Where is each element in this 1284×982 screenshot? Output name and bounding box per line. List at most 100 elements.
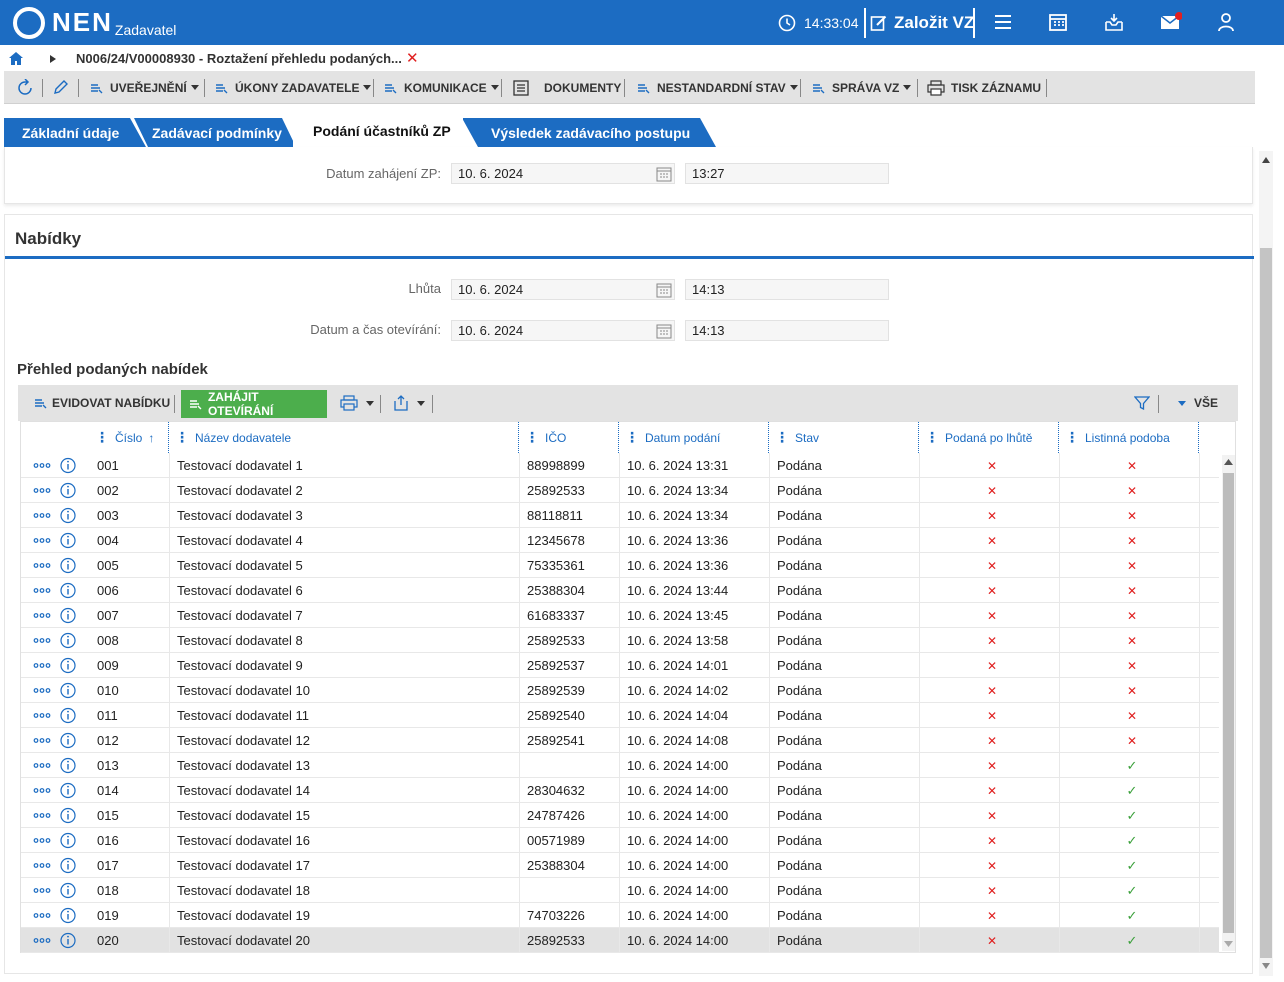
tab-basic-info[interactable]: Základní údaje (4, 116, 134, 147)
column-header-late[interactable]: ⋮ Podaná po lhůtě (925, 422, 1059, 453)
row-more-icon[interactable] (33, 503, 51, 528)
calendar-icon[interactable] (1048, 12, 1068, 32)
row-info-icon[interactable] (60, 653, 76, 678)
column-menu-icon[interactable]: ⋮ (525, 422, 539, 453)
column-header-ico[interactable]: ⋮ IČO (525, 422, 619, 453)
table-row[interactable]: 008 Testovací dodavatel 8 25892533 10. 6. 2… (21, 628, 1219, 653)
close-icon[interactable]: ✕ (406, 49, 419, 67)
edit-button[interactable] (52, 71, 74, 104)
filter-preset-select[interactable]: VŠE (1174, 385, 1218, 421)
table-row[interactable]: 019 Testovací dodavatel 19 74703226 10. 6. … (21, 903, 1219, 928)
scroll-down-icon[interactable] (1262, 963, 1270, 969)
row-info-icon[interactable] (60, 703, 76, 728)
grid-scrollbar[interactable] (1222, 455, 1235, 951)
row-more-icon[interactable] (33, 453, 51, 478)
row-info-icon[interactable] (60, 578, 76, 603)
table-row[interactable]: 003 Testovací dodavatel 3 88118811 10. 6. 2… (21, 503, 1219, 528)
column-header-paper[interactable]: ⋮ Listinná podoba (1065, 422, 1199, 453)
opening-time-field[interactable]: 14:13 (685, 320, 889, 341)
table-row[interactable]: 007 Testovací dodavatel 7 61683337 10. 6. 2… (21, 603, 1219, 628)
column-menu-icon[interactable]: ⋮ (175, 422, 189, 453)
calendar-icon[interactable] (656, 166, 672, 182)
table-row[interactable]: 009 Testovací dodavatel 9 25892537 10. 6. 2… (21, 653, 1219, 678)
opening-date-field[interactable]: 10. 6. 2024 (451, 320, 675, 341)
export-menu-button[interactable] (393, 385, 425, 421)
scroll-up-icon[interactable] (1262, 157, 1270, 163)
row-more-icon[interactable] (33, 628, 51, 653)
tab-conditions[interactable]: Zadávací podmínky (134, 116, 284, 147)
row-info-icon[interactable] (60, 678, 76, 703)
grid-scrollbar-thumb[interactable] (1223, 473, 1234, 933)
row-info-icon[interactable] (60, 728, 76, 753)
row-more-icon[interactable] (33, 878, 51, 903)
toolbar-item-publication[interactable]: UVEŘEJNĚNÍ (90, 71, 199, 104)
scroll-down-icon[interactable] (1224, 941, 1233, 947)
table-row[interactable]: 004 Testovací dodavatel 4 12345678 10. 6. 2… (21, 528, 1219, 553)
start-time-field[interactable]: 13:27 (685, 163, 889, 184)
table-row[interactable]: 005 Testovací dodavatel 5 75335361 10. 6. 2… (21, 553, 1219, 578)
column-menu-icon[interactable]: ⋮ (925, 422, 939, 453)
row-more-icon[interactable] (33, 828, 51, 853)
row-info-icon[interactable] (60, 803, 76, 828)
row-more-icon[interactable] (33, 903, 51, 928)
column-menu-icon[interactable]: ⋮ (1065, 422, 1079, 453)
row-more-icon[interactable] (33, 578, 51, 603)
table-row[interactable]: 015 Testovací dodavatel 15 24787426 10. 6. … (21, 803, 1219, 828)
calendar-icon[interactable] (656, 282, 672, 298)
row-more-icon[interactable] (33, 653, 51, 678)
table-row[interactable]: 018 Testovací dodavatel 18 10. 6. 2024 14:… (21, 878, 1219, 903)
row-info-icon[interactable] (60, 878, 76, 903)
menu-icon[interactable] (993, 12, 1013, 32)
row-info-icon[interactable] (60, 603, 76, 628)
scroll-up-icon[interactable] (1224, 459, 1233, 465)
row-info-icon[interactable] (60, 828, 76, 853)
table-row[interactable]: 016 Testovací dodavatel 16 00571989 10. 6. … (21, 828, 1219, 853)
filter-button[interactable] (1134, 385, 1154, 421)
row-info-icon[interactable] (60, 553, 76, 578)
page-scrollbar[interactable] (1259, 151, 1273, 976)
deadline-date-field[interactable]: 10. 6. 2024 (451, 279, 675, 300)
inbox-icon[interactable] (1104, 12, 1124, 32)
row-info-icon[interactable] (60, 628, 76, 653)
table-row[interactable]: 001 Testovací dodavatel 1 88998899 10. 6. 2… (21, 453, 1219, 478)
row-more-icon[interactable] (33, 678, 51, 703)
row-more-icon[interactable] (33, 528, 51, 553)
column-header-supplier[interactable]: ⋮ Název dodavatele (175, 422, 519, 453)
table-row[interactable]: 006 Testovací dodavatel 6 25388304 10. 6. 2… (21, 578, 1219, 603)
row-info-icon[interactable] (60, 853, 76, 878)
toolbar-item-actions[interactable]: ÚKONY ZADAVATELE (215, 71, 372, 104)
column-menu-icon[interactable]: ⋮ (775, 422, 789, 453)
row-more-icon[interactable] (33, 753, 51, 778)
toolbar-item-print-record[interactable]: TISK ZÁZNAMU (927, 71, 1041, 104)
row-more-icon[interactable] (33, 803, 51, 828)
table-row[interactable]: 013 Testovací dodavatel 13 10. 6. 2024 14:… (21, 753, 1219, 778)
deadline-time-field[interactable]: 14:13 (685, 279, 889, 300)
page-scrollbar-thumb[interactable] (1260, 248, 1272, 958)
column-menu-icon[interactable]: ⋮ (95, 422, 109, 453)
table-row[interactable]: 017 Testovací dodavatel 17 25388304 10. 6. … (21, 853, 1219, 878)
row-info-icon[interactable] (60, 453, 76, 478)
table-row[interactable]: 011 Testovací dodavatel 11 25892540 10. 6. … (21, 703, 1219, 728)
row-info-icon[interactable] (60, 903, 76, 928)
row-more-icon[interactable] (33, 853, 51, 878)
row-info-icon[interactable] (60, 753, 76, 778)
home-icon[interactable] (9, 52, 23, 65)
row-more-icon[interactable] (33, 778, 51, 803)
register-offer-button[interactable]: EVIDOVAT NABÍDKU (34, 385, 170, 421)
row-info-icon[interactable] (60, 503, 76, 528)
table-row[interactable]: 002 Testovací dodavatel 2 25892533 10. 6. 2… (21, 478, 1219, 503)
row-more-icon[interactable] (33, 928, 51, 953)
new-contract-button[interactable]: Založit VZ (870, 0, 974, 45)
row-more-icon[interactable] (33, 703, 51, 728)
refresh-button[interactable] (16, 71, 40, 104)
calendar-icon[interactable] (656, 323, 672, 339)
column-header-state[interactable]: ⋮ Stav (775, 422, 919, 453)
row-info-icon[interactable] (60, 478, 76, 503)
table-row[interactable]: 010 Testovací dodavatel 10 25892539 10. 6. … (21, 678, 1219, 703)
mail-icon[interactable] (1160, 12, 1182, 32)
table-row[interactable]: 014 Testovací dodavatel 14 28304632 10. 6. … (21, 778, 1219, 803)
table-row[interactable]: 012 Testovací dodavatel 12 25892541 10. 6. … (21, 728, 1219, 753)
column-header-number[interactable]: ⋮ Číslo ↑ (95, 422, 169, 453)
print-menu-button[interactable] (340, 385, 374, 421)
column-menu-icon[interactable]: ⋮ (625, 422, 639, 453)
